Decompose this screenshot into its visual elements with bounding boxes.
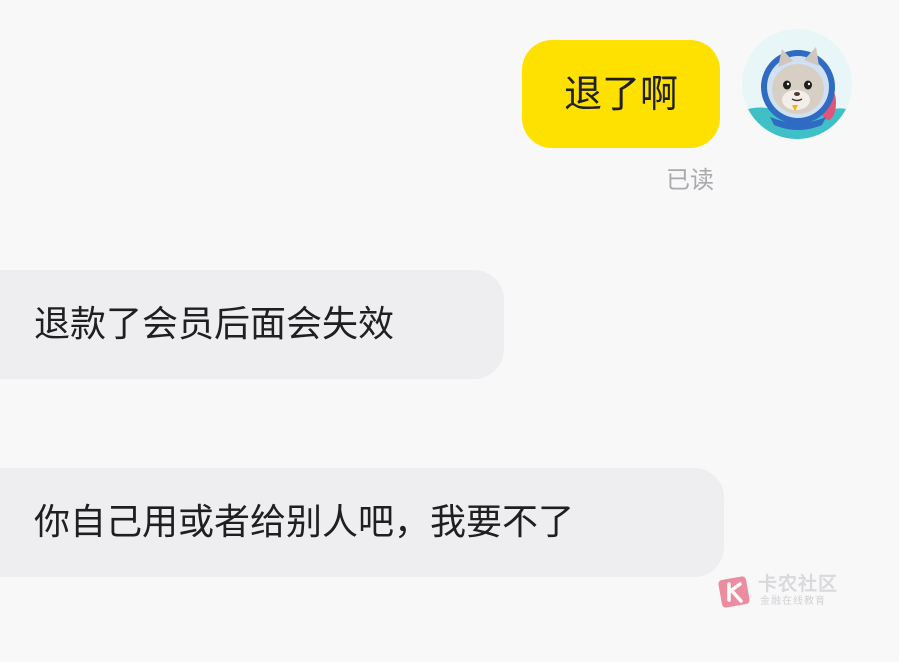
message-text-self: 退了啊 [563, 72, 678, 116]
kanong-logo-icon [718, 576, 750, 608]
watermark: 卡农社区 金融在线教育 [718, 574, 848, 614]
watermark-subtitle: 金融在线教育 [760, 596, 826, 607]
message-bubble-other[interactable]: 你自己用或者给别人吧，我要不了 [0, 468, 724, 577]
cat-astronaut-avatar-icon [742, 29, 852, 139]
message-text-other: 你自己用或者给别人吧，我要不了 [34, 501, 575, 543]
read-receipt: 已读 [666, 166, 714, 194]
user-avatar[interactable] [742, 29, 852, 139]
watermark-title: 卡农社区 [758, 573, 839, 595]
message-bubble-other[interactable]: 退款了会员后面会失效 [0, 270, 504, 379]
message-bubble-self[interactable]: 退了啊 [522, 40, 720, 148]
message-text-other: 退款了会员后面会失效 [34, 303, 395, 345]
